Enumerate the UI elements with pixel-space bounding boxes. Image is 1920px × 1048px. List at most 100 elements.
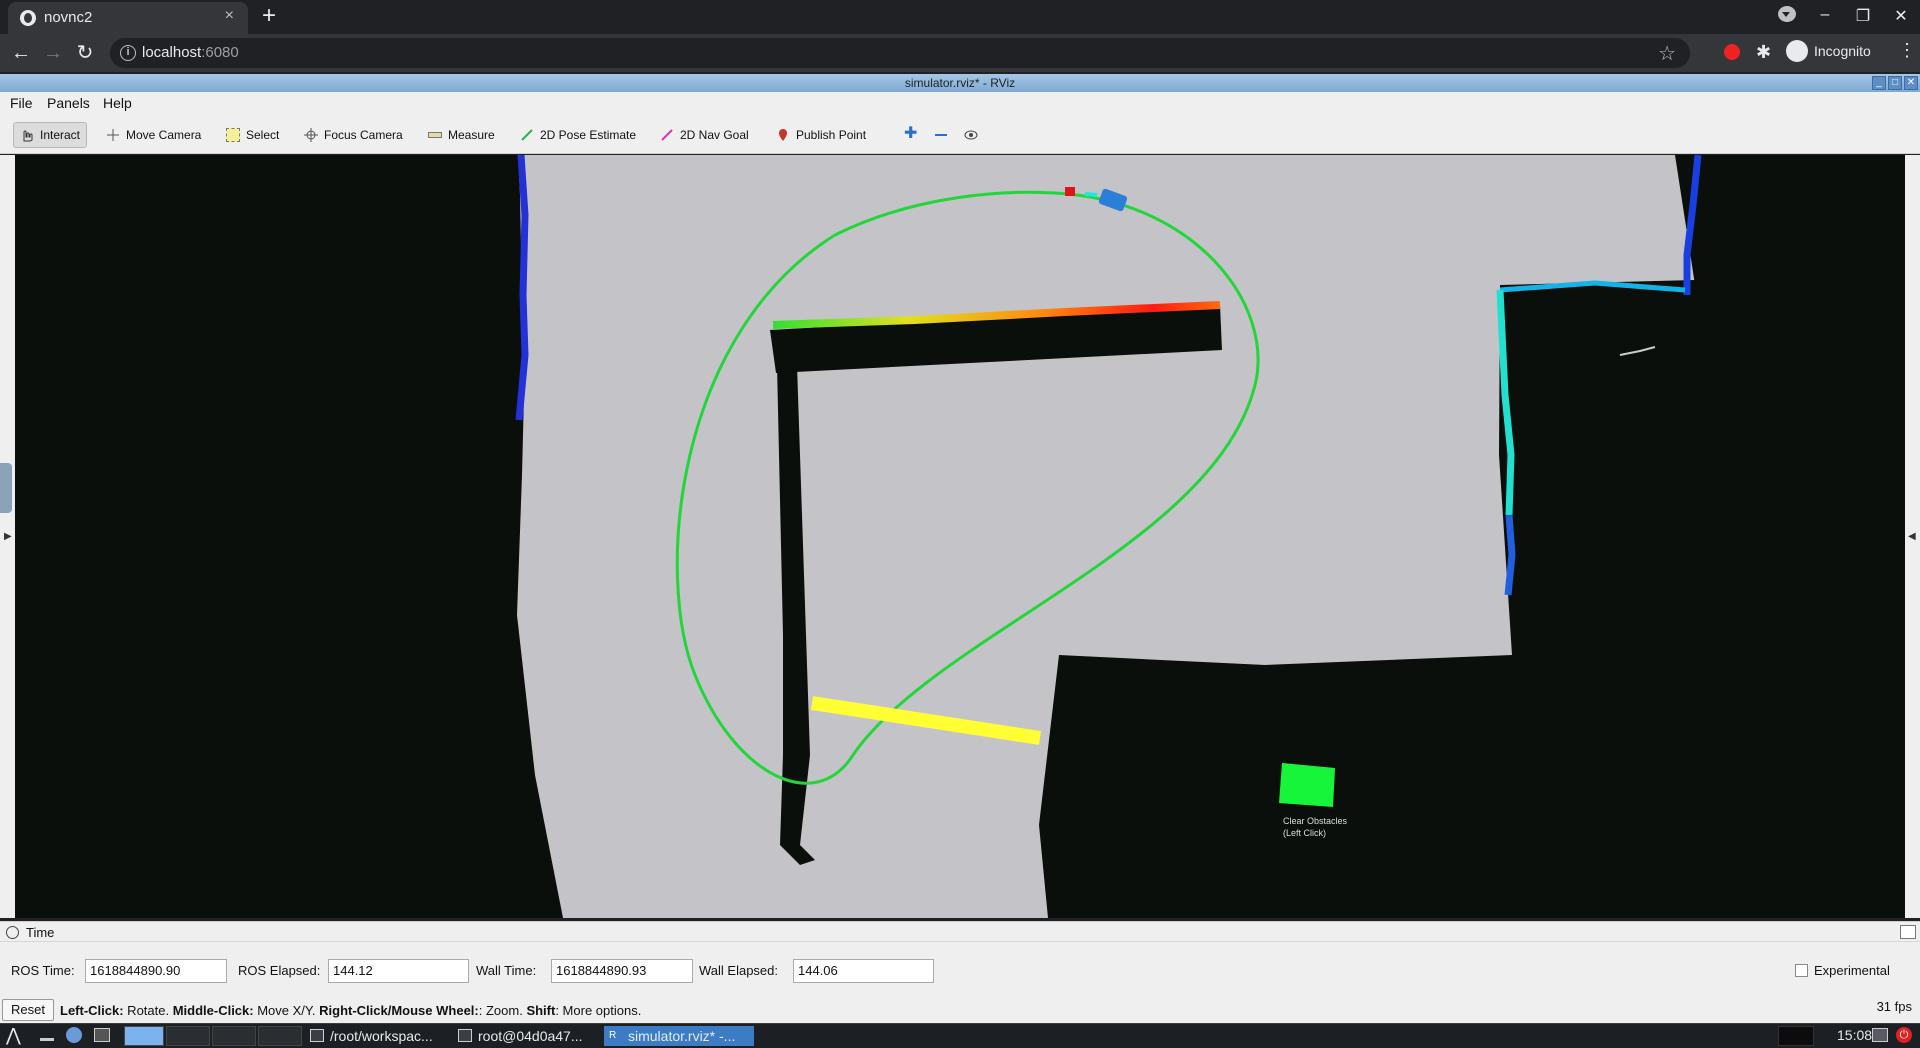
tool-move-camera[interactable]: Move Camera xyxy=(100,122,207,148)
clear-obstacles-label[interactable]: Clear Obstacles (Left Click) xyxy=(1283,815,1347,839)
left-wall-region xyxy=(15,155,563,918)
tab-title: novnc2 xyxy=(44,9,93,26)
close-window-icon[interactable]: ✕ xyxy=(1892,6,1910,27)
rviz-close-icon[interactable]: ✕ xyxy=(1904,76,1918,90)
browser-tab[interactable]: novnc2 × xyxy=(8,2,248,34)
taskbar-item-terminal-1[interactable]: /root/workspac... xyxy=(306,1026,452,1046)
tool-pose-estimate-label: 2D Pose Estimate xyxy=(540,128,637,142)
url-text: localhost:6080 xyxy=(142,44,239,61)
experimental-checkbox[interactable] xyxy=(1795,964,1808,977)
rviz-icon: R xyxy=(608,1029,622,1042)
incognito-label: Incognito xyxy=(1814,43,1871,59)
reset-button[interactable]: Reset xyxy=(2,999,54,1021)
map-canvas[interactable] xyxy=(15,155,1905,918)
menu-help[interactable]: Help xyxy=(103,95,132,111)
top-right-region xyxy=(1675,155,1905,295)
minus-icon xyxy=(934,128,948,142)
tool-select[interactable]: Select xyxy=(220,122,285,148)
extensions-puzzle-icon[interactable]: ✱ xyxy=(1756,42,1771,63)
remove-tool-button[interactable] xyxy=(928,122,954,148)
eye-icon xyxy=(964,128,978,142)
minimize-icon[interactable]: – xyxy=(1816,6,1834,27)
plus-icon: ✚ xyxy=(904,125,918,142)
wall-time-label: Wall Time: xyxy=(476,963,537,978)
info-icon[interactable]: i xyxy=(120,45,136,61)
window-title: simulator.rviz* - RViz xyxy=(904,76,1016,90)
browser-launcher-icon[interactable] xyxy=(66,1027,82,1043)
expand-right-icon[interactable]: ◀ xyxy=(1908,531,1916,542)
tool-measure-label: Measure xyxy=(448,128,495,142)
view-options-button[interactable] xyxy=(958,122,984,148)
ruler-icon xyxy=(428,132,442,138)
tool-2d-pose-estimate[interactable]: 2D Pose Estimate xyxy=(514,122,642,148)
wall-elapsed-field[interactable]: 144.06 xyxy=(793,959,934,983)
time-panel: Time ROS Time: 1618844890.90 ROS Elapsed… xyxy=(0,921,1920,999)
clock-icon xyxy=(6,926,19,939)
workspace-1[interactable] xyxy=(124,1026,164,1046)
laser-right-side-low xyxy=(1504,514,1516,596)
tool-move-camera-label: Move Camera xyxy=(126,128,202,142)
tool-measure[interactable]: Measure xyxy=(422,122,501,148)
workspace-2[interactable] xyxy=(166,1026,210,1046)
move-arrows-icon xyxy=(106,128,120,142)
files-launcher-icon[interactable] xyxy=(94,1028,110,1042)
screen-lock-icon[interactable] xyxy=(1872,1028,1888,1042)
workspace-3[interactable] xyxy=(212,1026,256,1046)
tool-publish-point-label: Publish Point xyxy=(796,128,867,142)
browser-menu-icon[interactable]: ⋮ xyxy=(1898,40,1916,61)
rviz-minimize-icon[interactable]: _ xyxy=(1872,76,1886,90)
incognito-icon xyxy=(1786,40,1808,62)
power-icon[interactable]: ⏻ xyxy=(1896,1027,1912,1043)
collapse-handle[interactable] xyxy=(0,463,12,513)
terminal-icon xyxy=(310,1029,324,1042)
menu-file[interactable]: File xyxy=(10,95,33,111)
incognito-indicator[interactable]: Incognito xyxy=(1786,40,1871,62)
tools-toolbar: Interact Move Camera Select Focus Camera… xyxy=(0,114,1920,154)
globe-icon xyxy=(20,10,36,26)
new-tab-button[interactable]: + xyxy=(262,2,276,30)
obstacle-wall-left xyxy=(777,365,815,865)
tool-2d-nav-goal[interactable]: 2D Nav Goal xyxy=(654,122,755,148)
render-viewport[interactable]: Clear Obstacles (Left Click) xyxy=(15,155,1905,918)
terminal-icon xyxy=(458,1029,472,1042)
start-menu-icon[interactable]: ⋀ xyxy=(6,1025,21,1046)
float-panel-button[interactable] xyxy=(1900,925,1916,939)
bookmark-star-icon[interactable]: ☆ xyxy=(1658,41,1676,66)
browser-toolbar: ← → ↻ i localhost:6080 ☆ xyxy=(0,34,1920,72)
ros-time-field[interactable]: 1618844890.90 xyxy=(85,959,227,983)
expand-left-icon[interactable]: ▶ xyxy=(4,531,12,542)
extension-red-icon[interactable] xyxy=(1724,44,1740,60)
tool-focus-camera[interactable]: Focus Camera xyxy=(298,122,409,148)
taskbar-item-terminal-2[interactable]: root@04d0a47... xyxy=(454,1026,600,1046)
close-tab-icon[interactable]: × xyxy=(225,7,234,25)
tool-publish-point[interactable]: Publish Point xyxy=(770,122,872,148)
fps-counter: 31 fps xyxy=(1876,999,1912,1014)
workspace-4[interactable] xyxy=(258,1026,302,1046)
cpu-monitor xyxy=(1778,1026,1814,1046)
address-bar[interactable]: i localhost:6080 ☆ xyxy=(110,38,1690,68)
wall-time-field[interactable]: 1618844890.93 xyxy=(551,959,693,983)
magenta-arrow-icon xyxy=(660,128,674,142)
menu-panels[interactable]: Panels xyxy=(47,95,90,111)
experimental-option[interactable]: Experimental xyxy=(1795,963,1890,978)
reload-icon[interactable]: ↻ xyxy=(74,42,96,64)
browser-tabstrip: novnc2 × + – ❐ ✕ xyxy=(0,0,1920,34)
right-dock-strip: ◀ xyxy=(1905,155,1920,918)
os-taskbar: ⋀ /root/workspac... root@04d0a47... R si… xyxy=(0,1023,1920,1048)
back-icon[interactable]: ← xyxy=(10,42,32,64)
rviz-window-titlebar: simulator.rviz* - RViz _ □ ✕ xyxy=(0,74,1920,92)
tool-interact[interactable]: Interact xyxy=(13,122,88,148)
taskbar-item-rviz[interactable]: R simulator.rviz* -... xyxy=(604,1026,754,1046)
tab-search-icon[interactable] xyxy=(1778,6,1796,27)
left-dock-strip: ▶ xyxy=(0,155,15,918)
restore-icon[interactable]: ❐ xyxy=(1854,6,1872,27)
ros-elapsed-field[interactable]: 144.12 xyxy=(328,959,469,983)
add-tool-button[interactable]: ✚ xyxy=(898,122,924,148)
forward-icon[interactable]: → xyxy=(42,42,64,64)
tool-nav-goal-label: 2D Nav Goal xyxy=(680,128,749,142)
rviz-maximize-icon[interactable]: □ xyxy=(1888,76,1902,90)
show-desktop-icon[interactable] xyxy=(40,1029,54,1041)
hand-pointer-icon xyxy=(20,128,34,142)
time-panel-title: Time xyxy=(26,925,55,940)
map-pin-icon xyxy=(776,128,790,142)
